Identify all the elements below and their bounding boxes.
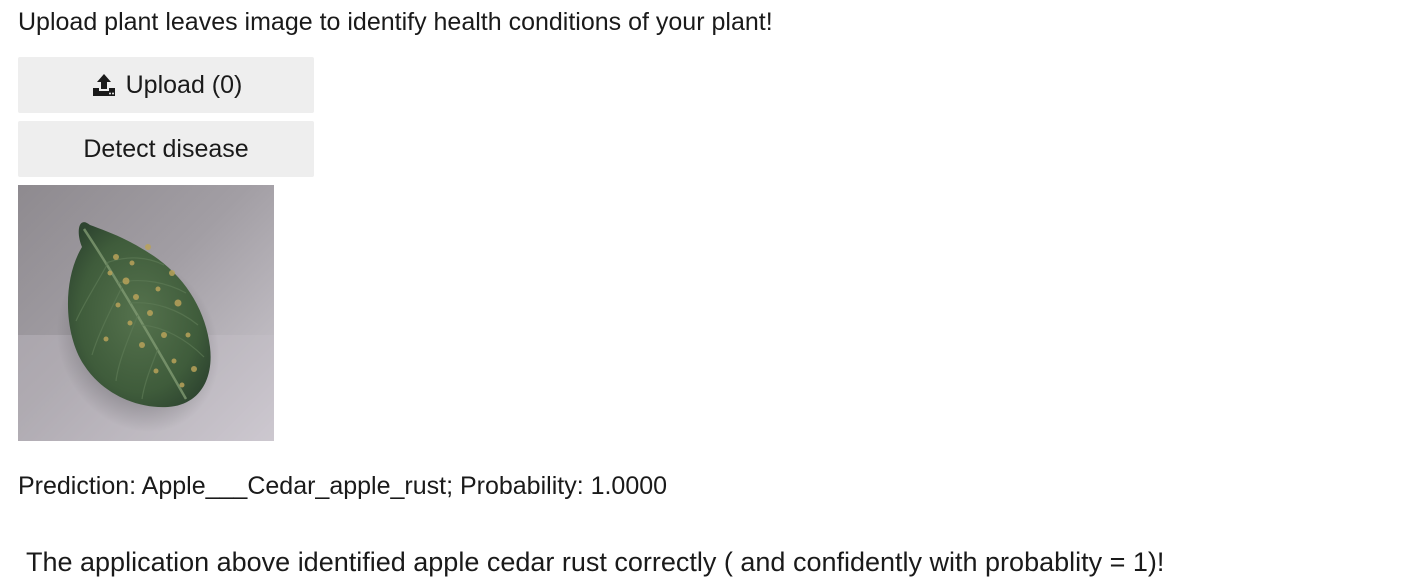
uploaded-leaf-image bbox=[18, 185, 274, 441]
detect-disease-button[interactable]: Detect disease bbox=[18, 121, 314, 177]
upload-button[interactable]: Upload (0) bbox=[18, 57, 314, 113]
result-note: The application above identified apple c… bbox=[26, 547, 1165, 577]
upload-button-label: Upload (0) bbox=[125, 70, 243, 99]
instructions-text: Upload plant leaves image to identify he… bbox=[18, 8, 773, 36]
detect-disease-label: Detect disease bbox=[83, 134, 249, 163]
upload-icon bbox=[90, 71, 118, 99]
prediction-result: Prediction: Apple___Cedar_apple_rust; Pr… bbox=[18, 472, 668, 500]
